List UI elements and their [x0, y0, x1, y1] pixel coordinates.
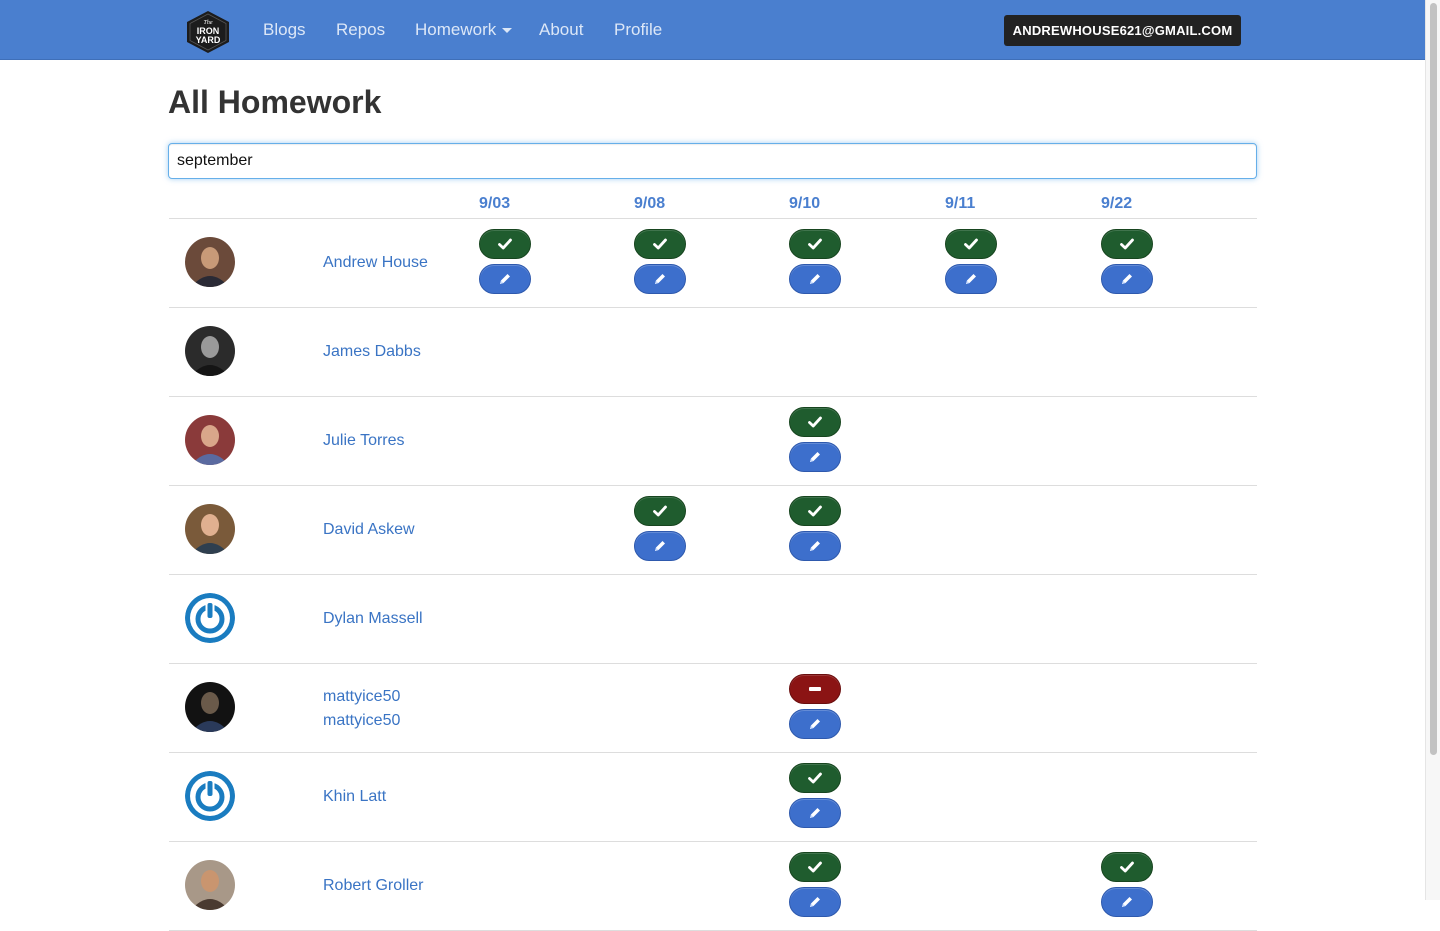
- edit-homework-button[interactable]: [789, 798, 841, 828]
- mark-incomplete-button[interactable]: [789, 674, 841, 704]
- pencil-icon: [964, 272, 978, 286]
- checkmark-icon: [498, 238, 512, 250]
- student-name-link[interactable]: mattyice50: [323, 685, 400, 709]
- checkmark-icon: [808, 772, 822, 784]
- iron-yard-logo[interactable]: The IRON YARD: [185, 10, 231, 54]
- search-input[interactable]: [168, 143, 1257, 179]
- column-header-date: 9/10: [789, 195, 821, 212]
- avatar: [185, 237, 235, 287]
- edit-homework-button[interactable]: [945, 264, 997, 294]
- edit-homework-button[interactable]: [1101, 264, 1153, 294]
- column-header-date: 9/11: [945, 195, 976, 212]
- minus-icon: [808, 686, 822, 692]
- avatar: [185, 504, 235, 554]
- checkmark-icon: [808, 861, 822, 873]
- pencil-icon: [808, 806, 822, 820]
- checkmark-icon: [808, 505, 822, 517]
- pencil-icon: [653, 539, 667, 553]
- nav-profile[interactable]: Profile: [614, 20, 662, 40]
- mark-complete-button[interactable]: [634, 229, 686, 259]
- pencil-icon: [1120, 272, 1134, 286]
- table-header: 9/03 9/08 9/10 9/11 9/22: [169, 185, 1257, 219]
- page-title: All Homework: [168, 84, 382, 120]
- checkmark-icon: [1120, 238, 1134, 250]
- edit-homework-button[interactable]: [789, 887, 841, 917]
- pencil-icon: [1120, 895, 1134, 909]
- nav-blogs[interactable]: Blogs: [263, 20, 306, 40]
- checkmark-icon: [653, 238, 667, 250]
- nav-homework-dropdown[interactable]: Homework: [415, 20, 513, 40]
- pencil-icon: [808, 717, 822, 731]
- edit-homework-button[interactable]: [789, 531, 841, 561]
- table-row: James Dabbs: [169, 308, 1257, 397]
- table-row: Andrew House: [169, 219, 1257, 308]
- avatar: [185, 682, 235, 732]
- pencil-icon: [808, 450, 822, 464]
- pencil-icon: [808, 895, 822, 909]
- checkmark-icon: [808, 416, 822, 428]
- column-header-date: 9/03: [479, 195, 511, 212]
- table-row: Dylan Massell: [169, 575, 1257, 664]
- edit-homework-button[interactable]: [634, 264, 686, 294]
- column-header-date: 9/22: [1101, 195, 1133, 212]
- table-row: David Askew: [169, 486, 1257, 575]
- power-icon: [185, 771, 235, 821]
- top-navbar: The IRON YARD Blogs Repos Homework About…: [0, 0, 1425, 60]
- edit-homework-button[interactable]: [789, 709, 841, 739]
- pencil-icon: [498, 272, 512, 286]
- chevron-down-icon: [502, 28, 513, 34]
- edit-homework-button[interactable]: [1101, 887, 1153, 917]
- student-name-link[interactable]: Robert Groller: [323, 874, 423, 898]
- student-username-link[interactable]: mattyice50: [323, 709, 400, 733]
- pencil-icon: [808, 539, 822, 553]
- student-name-link[interactable]: Dylan Massell: [323, 607, 423, 631]
- student-name-link[interactable]: David Askew: [323, 518, 415, 542]
- mark-complete-button[interactable]: [479, 229, 531, 259]
- page-scrollbar[interactable]: [1425, 0, 1440, 900]
- table-row: Robert Groller: [169, 842, 1257, 931]
- avatar: [185, 860, 235, 910]
- edit-homework-button[interactable]: [789, 442, 841, 472]
- pencil-icon: [808, 272, 822, 286]
- table-row: mattyice50 mattyice50: [169, 664, 1257, 753]
- mark-complete-button[interactable]: [789, 407, 841, 437]
- nav-homework-label: Homework: [415, 20, 497, 39]
- edit-homework-button[interactable]: [479, 264, 531, 294]
- logo-line-3: YARD: [196, 35, 221, 45]
- student-name-link[interactable]: Andrew House: [323, 251, 428, 275]
- mark-complete-button[interactable]: [1101, 852, 1153, 882]
- mark-complete-button[interactable]: [1101, 229, 1153, 259]
- table-row: Julie Torres: [169, 397, 1257, 486]
- mark-complete-button[interactable]: [789, 496, 841, 526]
- table-row: Khin Latt: [169, 753, 1257, 842]
- avatar: [185, 415, 235, 465]
- nav-about[interactable]: About: [539, 20, 583, 40]
- student-name-link[interactable]: Khin Latt: [323, 785, 386, 809]
- nav-repos[interactable]: Repos: [336, 20, 385, 40]
- checkmark-icon: [808, 238, 822, 250]
- mark-complete-button[interactable]: [789, 763, 841, 793]
- checkmark-icon: [1120, 861, 1134, 873]
- power-icon: [185, 593, 235, 643]
- scrollbar-thumb[interactable]: [1430, 3, 1437, 755]
- student-name-link[interactable]: Julie Torres: [323, 429, 405, 453]
- mark-complete-button[interactable]: [634, 496, 686, 526]
- edit-homework-button[interactable]: [634, 531, 686, 561]
- avatar: [185, 326, 235, 376]
- checkmark-icon: [964, 238, 978, 250]
- mark-complete-button[interactable]: [945, 229, 997, 259]
- student-name-link[interactable]: James Dabbs: [323, 340, 421, 364]
- user-account-button[interactable]: ANDREWHOUSE621@GMAIL.COM: [1004, 15, 1241, 46]
- mark-complete-button[interactable]: [789, 229, 841, 259]
- pencil-icon: [653, 272, 667, 286]
- checkmark-icon: [653, 505, 667, 517]
- edit-homework-button[interactable]: [789, 264, 841, 294]
- mark-complete-button[interactable]: [789, 852, 841, 882]
- column-header-date: 9/08: [634, 195, 666, 212]
